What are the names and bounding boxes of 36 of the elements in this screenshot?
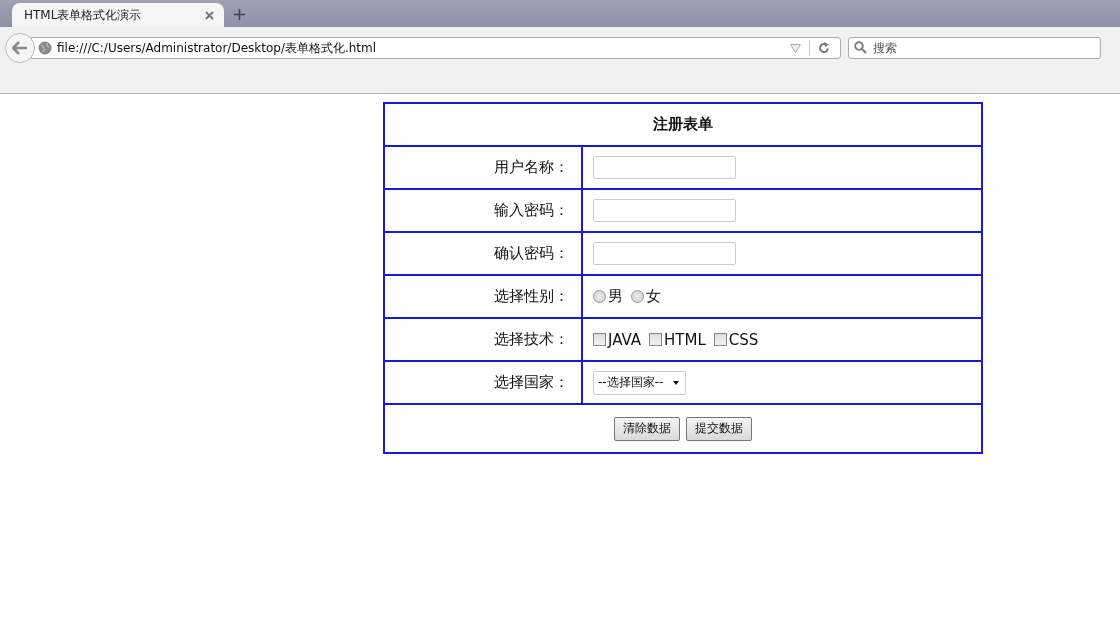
browser-tab[interactable]: HTML表单格式化演示 xyxy=(12,3,224,27)
option-label[interactable]: HTML xyxy=(664,330,706,349)
back-button[interactable] xyxy=(5,33,35,63)
close-icon[interactable] xyxy=(205,10,214,20)
field-label: 选择国家： xyxy=(384,361,582,404)
form-button[interactable]: 清除数据 xyxy=(614,416,680,441)
field-label: 输入密码： xyxy=(384,189,582,232)
url-text: file:///C:/Users/Administrator/Desktop/表单格式化.html xyxy=(57,39,378,57)
option-label[interactable]: JAVA xyxy=(608,330,642,349)
input-field[interactable] xyxy=(593,156,736,179)
globe-icon xyxy=(38,41,52,55)
tab-title: HTML表单格式化演示 xyxy=(24,6,142,24)
reload-icon[interactable] xyxy=(818,42,830,54)
field-label: 选择技术： xyxy=(384,318,582,361)
field-label: 选择性别： xyxy=(384,275,582,318)
search-field[interactable]: 搜索 xyxy=(848,37,1101,59)
option-label[interactable]: 女 xyxy=(646,287,661,306)
dropdown-triangle-icon[interactable] xyxy=(790,43,801,53)
checkbox[interactable] xyxy=(649,333,663,346)
field-label: 用户名称： xyxy=(384,146,582,189)
input-field[interactable] xyxy=(593,242,736,265)
radio-button[interactable] xyxy=(593,290,606,303)
checkbox[interactable] xyxy=(593,333,606,346)
input-field[interactable] xyxy=(593,199,736,222)
address-bar[interactable]: file:///C:/Users/Administrator/Desktop/表单格式化.html xyxy=(31,37,841,59)
option-label[interactable]: 男 xyxy=(608,287,623,306)
form-title: 注册表单 xyxy=(384,103,982,146)
field-label: 确认密码： xyxy=(384,232,582,275)
plus-icon[interactable] xyxy=(234,9,245,20)
back-arrow-icon xyxy=(12,41,28,55)
form-button[interactable]: 提交数据 xyxy=(686,416,752,441)
checkbox[interactable] xyxy=(713,333,727,346)
search-icon xyxy=(854,41,867,54)
option-label[interactable]: CSS xyxy=(728,330,759,349)
radio-button[interactable] xyxy=(631,290,644,303)
country-dropdown[interactable]: --选择国家-- xyxy=(593,370,687,395)
